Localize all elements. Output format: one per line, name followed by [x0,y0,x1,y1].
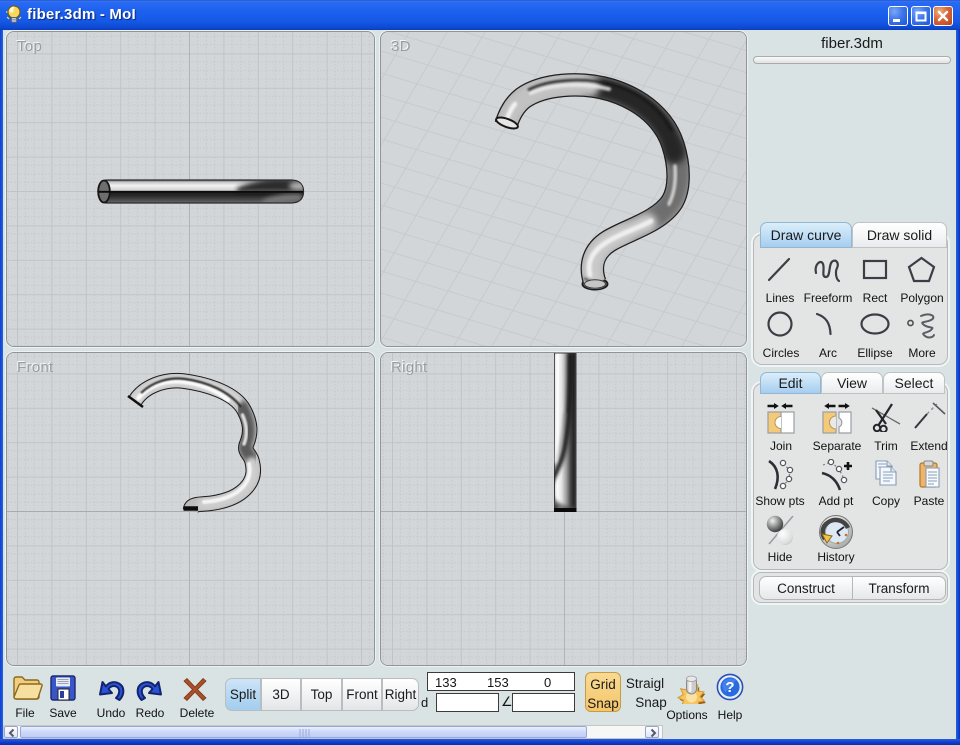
svg-text:?: ? [725,679,734,696]
